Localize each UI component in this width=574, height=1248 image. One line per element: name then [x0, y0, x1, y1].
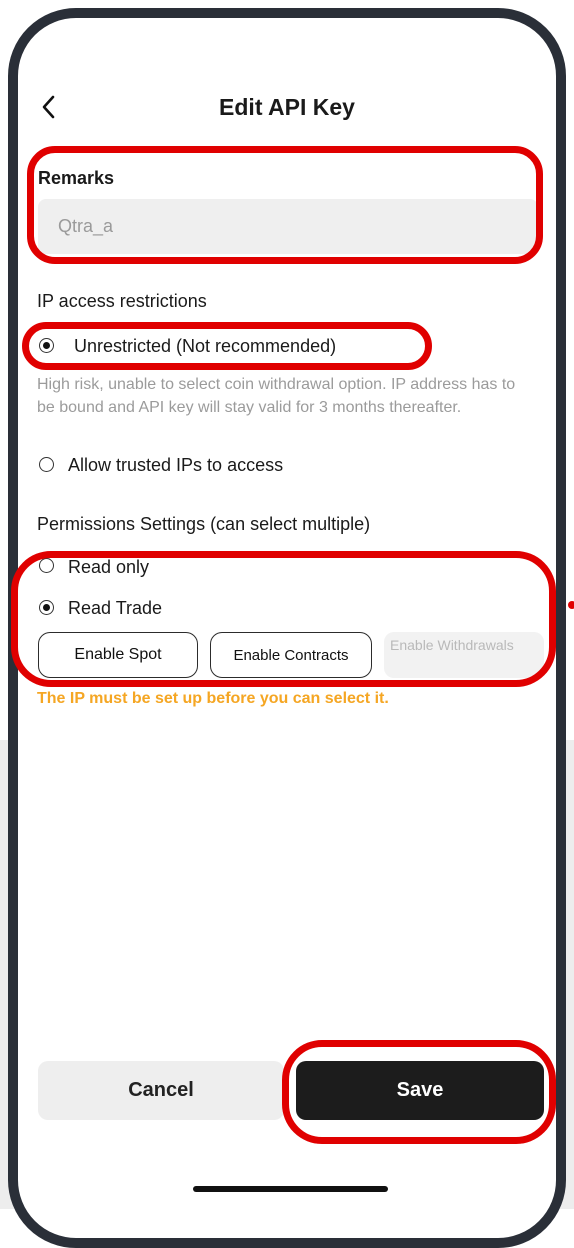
- enable-withdrawals-button-disabled: Enable Withdrawals: [384, 632, 544, 678]
- ip-help-text: High risk, unable to select coin withdra…: [37, 376, 516, 416]
- cancel-button[interactable]: Cancel: [38, 1061, 284, 1120]
- option-unrestricted-label[interactable]: Unrestricted (Not recommended): [74, 336, 336, 357]
- radio-unrestricted[interactable]: [39, 338, 54, 353]
- option-read-only-label[interactable]: Read only: [68, 557, 149, 578]
- radio-read-only[interactable]: [39, 558, 54, 573]
- enable-contracts-button[interactable]: Enable Contracts: [210, 632, 372, 678]
- radio-trusted-ips[interactable]: [39, 457, 54, 472]
- ip-warning-text: The IP must be set up before you can sel…: [37, 690, 389, 707]
- enable-spot-button[interactable]: Enable Spot: [38, 632, 198, 678]
- page-title: Edit API Key: [219, 94, 355, 120]
- radio-read-trade[interactable]: [39, 600, 54, 615]
- ip-access-heading: IP access restrictions: [37, 291, 207, 311]
- annotation-dot: [568, 601, 574, 609]
- save-button[interactable]: Save: [296, 1061, 544, 1120]
- remarks-label: Remarks: [38, 168, 115, 188]
- option-read-trade-label[interactable]: Read Trade: [68, 598, 162, 619]
- permissions-heading: Permissions Settings (can select multipl…: [37, 514, 371, 534]
- option-trusted-ips-label[interactable]: Allow trusted IPs to access: [68, 455, 283, 476]
- remarks-input[interactable]: [38, 199, 538, 254]
- home-indicator: [193, 1186, 388, 1192]
